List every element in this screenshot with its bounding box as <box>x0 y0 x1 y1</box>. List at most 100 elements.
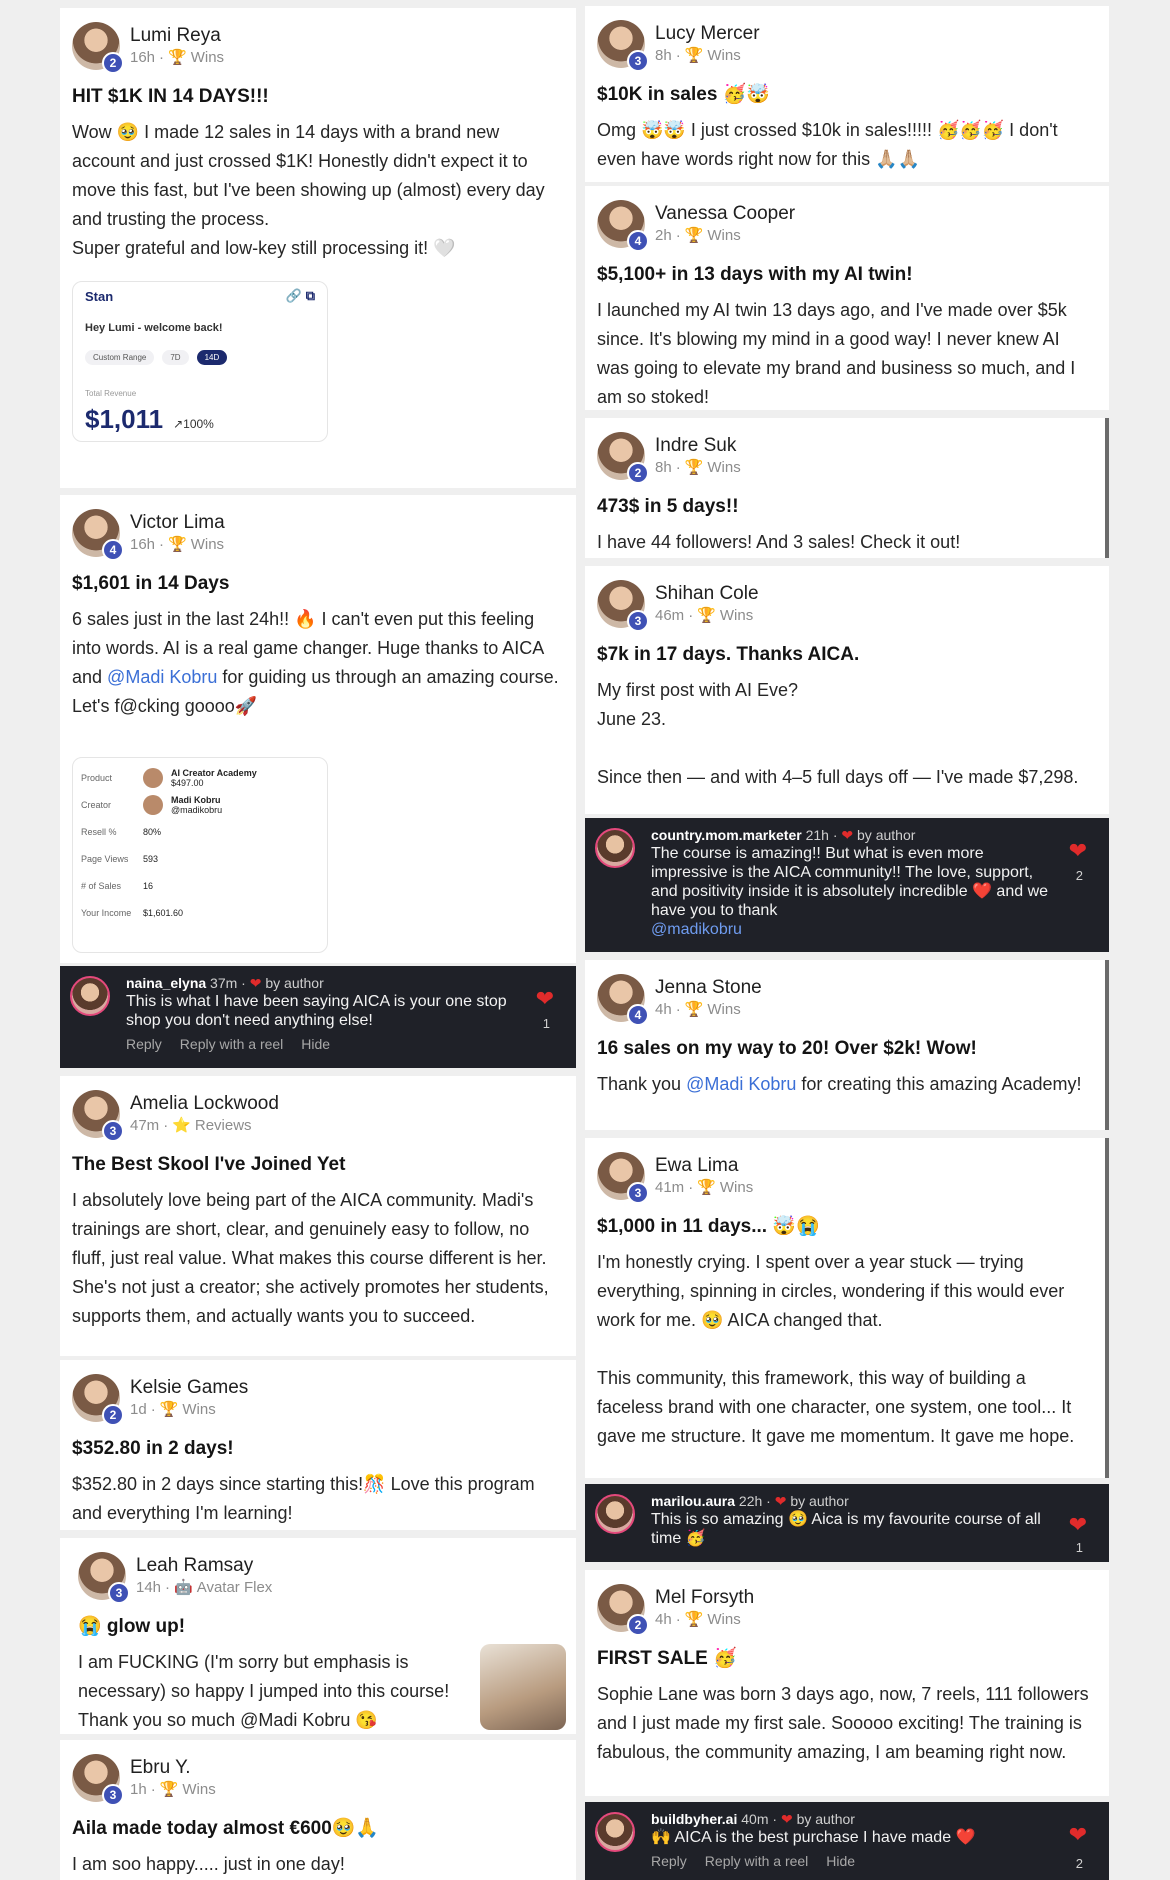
avatar[interactable]: 2 <box>72 1374 124 1426</box>
mention-link[interactable]: @Madi Kobru <box>107 667 217 687</box>
post-card[interactable]: 4 Vanessa Cooper 2h · 🏆 Wins $5,100+ in 13 … <box>585 186 1109 410</box>
commenter-name[interactable]: country.mom.marketer <box>651 827 802 843</box>
post-card[interactable]: 4 Jenna Stone 4h · 🏆 Wins 16 sales on my wa… <box>585 960 1109 1130</box>
reply-with-reel-button[interactable]: Reply with a reel <box>180 1036 284 1052</box>
post-title[interactable]: $352.80 in 2 days! <box>72 1436 562 1462</box>
post-card[interactable]: 2 Lumi Reya 16h · 🏆 Wins HIT $1K IN 14 DAYS… <box>60 8 576 488</box>
category-label[interactable]: Wins <box>707 1610 740 1630</box>
post-card[interactable]: 3 Lucy Mercer 8h · 🏆 Wins $10K in sales 🥳🤯 … <box>585 6 1109 182</box>
commenter-avatar[interactable] <box>70 976 110 1016</box>
comment-text: The course is amazing!! But what is even… <box>651 845 1049 919</box>
avatar[interactable]: 4 <box>72 509 124 561</box>
category-label[interactable]: Avatar Flex <box>197 1578 273 1598</box>
post-title[interactable]: $1,601 in 14 Days <box>72 571 562 597</box>
post-title[interactable]: $7k in 17 days. Thanks AICA. <box>597 642 1095 668</box>
author-name[interactable]: Jenna Stone <box>655 976 762 1000</box>
avatar[interactable]: 2 <box>597 432 649 484</box>
comment-card[interactable]: naina_elyna 37m · ❤ by author This is wh… <box>60 966 576 1068</box>
post-card[interactable]: 3 Amelia Lockwood 47m · ⭐ Reviews The Best … <box>60 1076 576 1356</box>
post-card[interactable]: 3 Ebru Y. 1h · 🏆 Wins Aila made today almos… <box>60 1740 576 1880</box>
avatar[interactable]: 3 <box>72 1754 124 1806</box>
hide-button[interactable]: Hide <box>301 1036 330 1052</box>
author-name[interactable]: Lumi Reya <box>130 24 224 48</box>
avatar[interactable]: 3 <box>597 20 649 72</box>
like-count: 1 <box>542 1016 550 1031</box>
category-label[interactable]: Wins <box>182 1400 215 1420</box>
reply-with-reel-button[interactable]: Reply with a reel <box>705 1853 809 1869</box>
reply-button[interactable]: Reply <box>651 1853 687 1869</box>
category-label[interactable]: Wins <box>720 606 753 626</box>
commenter-avatar[interactable] <box>595 828 635 868</box>
post-time: 8h <box>655 47 672 64</box>
commenter-avatar[interactable] <box>595 1494 635 1534</box>
hide-button[interactable]: Hide <box>826 1853 855 1869</box>
category-label[interactable]: Wins <box>707 1000 740 1020</box>
avatar[interactable]: 3 <box>78 1552 130 1604</box>
author-name[interactable]: Amelia Lockwood <box>130 1092 279 1116</box>
avatar[interactable]: 2 <box>597 1584 649 1636</box>
post-title[interactable]: $5,100+ in 13 days with my AI twin! <box>597 262 1095 288</box>
category-label[interactable]: Wins <box>720 1178 753 1198</box>
post-card[interactable]: 2 Kelsie Games 1d · 🏆 Wins $352.80 in 2 day… <box>60 1360 576 1530</box>
level-badge: 3 <box>627 610 649 632</box>
author-name[interactable]: Vanessa Cooper <box>655 202 795 226</box>
comment-card[interactable]: buildbyher.ai 40m · ❤ by author 🙌 AICA i… <box>585 1802 1109 1880</box>
commenter-name[interactable]: buildbyher.ai <box>651 1811 737 1827</box>
post-title[interactable]: Aila made today almost €600🥹🙏 <box>72 1816 562 1842</box>
post-title[interactable]: FIRST SALE 🥳 <box>597 1646 1095 1672</box>
mention-link[interactable]: @Madi Kobru <box>686 1074 796 1094</box>
post-title[interactable]: HIT $1K IN 14 DAYS!!! <box>72 84 562 110</box>
post-title[interactable]: 473$ in 5 days!! <box>597 494 1091 520</box>
commenter-avatar[interactable] <box>595 1812 635 1852</box>
comment-card[interactable]: marilou.aura 22h · ❤ by author This is s… <box>585 1484 1109 1562</box>
author-name[interactable]: Kelsie Games <box>130 1376 248 1400</box>
post-card[interactable]: 3 Shihan Cole 46m · 🏆 Wins $7k in 17 days. … <box>585 566 1109 814</box>
post-title[interactable]: 16 sales on my way to 20! Over $2k! Wow! <box>597 1036 1091 1062</box>
heart-icon: ❤ <box>249 975 262 991</box>
avatar[interactable]: 4 <box>597 200 649 252</box>
post-card[interactable]: 3 Ewa Lima 41m · 🏆 Wins $1,000 in 11 days..… <box>585 1138 1109 1478</box>
category-label[interactable]: Wins <box>707 458 740 478</box>
mention-link[interactable]: @madikobru <box>651 920 1055 939</box>
post-card[interactable]: 2 Mel Forsyth 4h · 🏆 Wins FIRST SALE 🥳 Soph… <box>585 1570 1109 1796</box>
author-name[interactable]: Ebru Y. <box>130 1756 216 1780</box>
category-label[interactable]: Reviews <box>195 1116 252 1136</box>
category-label[interactable]: Wins <box>707 46 740 66</box>
post-card[interactable]: 2 Indre Suk 8h · 🏆 Wins 473$ in 5 days!! I … <box>585 418 1109 558</box>
author-name[interactable]: Victor Lima <box>130 511 225 535</box>
category-label[interactable]: Wins <box>707 226 740 246</box>
post-title[interactable]: The Best Skool I've Joined Yet <box>72 1152 562 1178</box>
category-label[interactable]: Wins <box>191 48 224 68</box>
reply-button[interactable]: Reply <box>126 1036 162 1052</box>
like-heart-icon[interactable]: ❤ <box>1069 1822 1087 1848</box>
author-name[interactable]: Indre Suk <box>655 434 741 458</box>
author-name[interactable]: Ewa Lima <box>655 1154 753 1178</box>
author-name[interactable]: Leah Ramsay <box>136 1554 272 1578</box>
post-title[interactable]: $10K in sales 🥳🤯 <box>597 82 1095 108</box>
post-title[interactable]: 😭 glow up! <box>78 1614 562 1640</box>
category-label[interactable]: Wins <box>191 535 224 555</box>
category-label[interactable]: Wins <box>182 1780 215 1800</box>
like-heart-icon[interactable]: ❤ <box>1069 1512 1087 1538</box>
post-time: 2h <box>655 227 672 244</box>
post-body: Wow 🥹 I made 12 sales in 14 days with a … <box>72 122 545 258</box>
post-card[interactable]: 4 Victor Lima 16h · 🏆 Wins $1,601 in 14 Day… <box>60 495 576 963</box>
post-image-thumbnail[interactable] <box>480 1644 566 1730</box>
avatar[interactable]: 3 <box>597 580 649 632</box>
comment-card[interactable]: country.mom.marketer 21h · ❤ by author T… <box>585 818 1109 952</box>
like-heart-icon[interactable]: ❤ <box>1069 838 1087 864</box>
range-pill: Custom Range <box>85 350 155 365</box>
author-name[interactable]: Shihan Cole <box>655 582 759 606</box>
author-name[interactable]: Lucy Mercer <box>655 22 760 46</box>
avatar[interactable]: 3 <box>72 1090 124 1142</box>
post-card[interactable]: 3 Leah Ramsay 14h · 🤖 Avatar Flex 😭 glow up… <box>60 1538 576 1734</box>
avatar[interactable]: 3 <box>597 1152 649 1204</box>
commenter-name[interactable]: naina_elyna <box>126 975 206 991</box>
commenter-name[interactable]: marilou.aura <box>651 1493 735 1509</box>
like-heart-icon[interactable]: ❤ <box>536 986 554 1012</box>
post-body: I absolutely love being part of the AICA… <box>72 1190 549 1326</box>
avatar[interactable]: 2 <box>72 22 124 74</box>
avatar[interactable]: 4 <box>597 974 649 1026</box>
author-name[interactable]: Mel Forsyth <box>655 1586 754 1610</box>
post-title[interactable]: $1,000 in 11 days... 🤯😭 <box>597 1214 1091 1240</box>
